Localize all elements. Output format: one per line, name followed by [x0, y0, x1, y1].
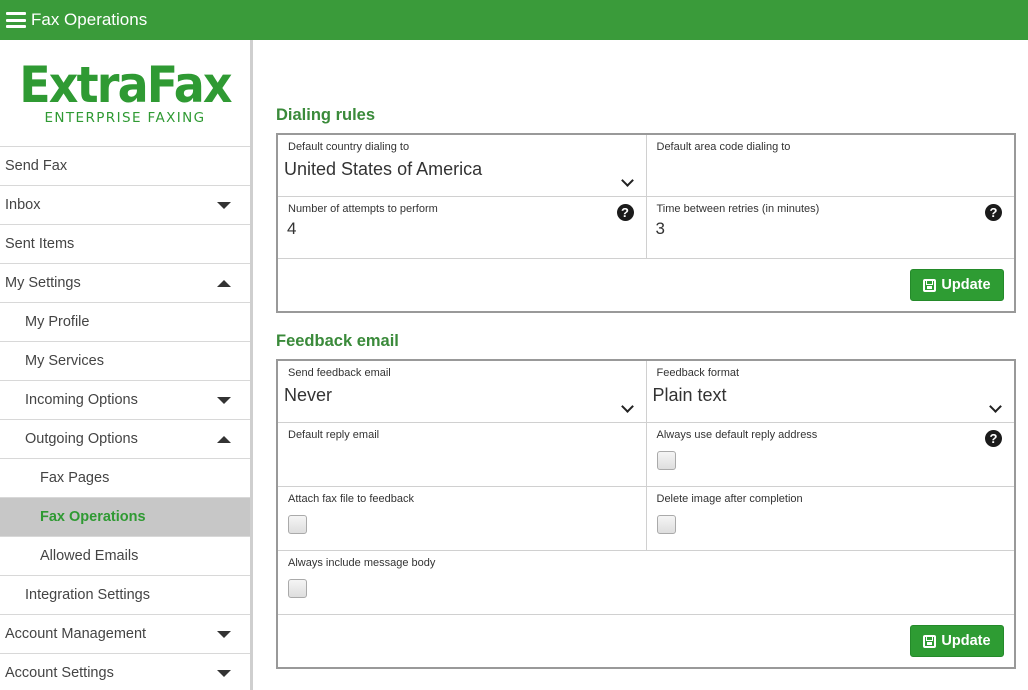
field-label: Time between retries (in minutes)	[656, 203, 820, 215]
attach-fax-cell: Attach fax file to feedback	[278, 487, 646, 550]
feedback-email-panel: Send feedback email Never Feedback forma…	[276, 359, 1016, 669]
feedback-update-button[interactable]: Update	[910, 625, 1004, 657]
sidebar-item-label: My Profile	[25, 314, 90, 330]
always-reply-checkbox[interactable]	[656, 451, 676, 470]
top-bar: Fax Operations	[0, 0, 1028, 40]
feedback-format-value: Plain text	[652, 385, 727, 405]
attach-fax-checkbox[interactable]	[288, 515, 307, 534]
floppy-disk-icon	[923, 634, 937, 648]
sidebar-item-allowed-emails[interactable]: Allowed Emails	[0, 537, 250, 576]
sidebar-item-label: Allowed Emails	[40, 548, 139, 564]
retry-interval-field[interactable]: Time between retries (in minutes) 3 ?	[645, 197, 1015, 258]
sidebar-item-my-profile[interactable]: My Profile	[0, 303, 250, 342]
help-icon[interactable]: ?	[985, 430, 1002, 447]
caret-down-icon	[217, 201, 231, 209]
default-area-code-field[interactable]: Default area code dialing to	[645, 135, 1015, 196]
country-value: United States of America	[284, 159, 483, 179]
sidebar-item-label: Inbox	[5, 197, 41, 213]
dialing-rules-title: Dialing rules	[276, 106, 376, 124]
field-label: Default area code dialing to	[656, 141, 791, 153]
sidebar-item-label: Incoming Options	[25, 392, 138, 408]
send-feedback-select[interactable]: Send feedback email Never	[278, 361, 646, 422]
sidebar-item-label: Account Settings	[5, 665, 114, 681]
sidebar-item-label: Fax Operations	[40, 509, 146, 525]
sidebar-item-integration-settings[interactable]: Integration Settings	[0, 576, 250, 615]
include-body-cell: Always include message body	[278, 551, 1014, 614]
default-country-select[interactable]: Default country dialing to United States…	[278, 135, 646, 196]
field-label: Send feedback email	[288, 367, 391, 379]
caret-down-icon	[217, 669, 231, 677]
sidebar-item-account-settings[interactable]: Account Settings	[0, 654, 250, 690]
help-icon[interactable]: ?	[985, 204, 1002, 221]
sidebar-item-sent-items[interactable]: Sent Items	[0, 225, 250, 264]
floppy-disk-icon	[923, 278, 937, 292]
field-label: Attach fax file to feedback	[288, 493, 414, 505]
default-reply-email-field[interactable]: Default reply email	[278, 423, 646, 486]
field-label: Delete image after completion	[656, 493, 803, 505]
sidebar-item-label: Send Fax	[5, 158, 68, 174]
field-label: Default country dialing to	[288, 141, 410, 153]
hamburger-menu-icon[interactable]	[6, 12, 26, 28]
field-label: Always include message body	[288, 557, 436, 569]
delete-image-cell: Delete image after completion	[645, 487, 1015, 550]
field-label: Number of attempts to perform	[288, 203, 438, 215]
sidebar-item-outgoing-options[interactable]: Outgoing Options	[0, 420, 250, 459]
always-reply-cell: Always use default reply address ?	[645, 423, 1015, 486]
caret-down-icon	[217, 396, 231, 404]
page-title: Fax Operations	[31, 10, 148, 29]
feedback-format-select[interactable]: Feedback format Plain text	[645, 361, 1015, 422]
dialing-rules-panel: Default country dialing to United States…	[276, 133, 1016, 313]
sidebar-item-label: My Settings	[5, 275, 81, 291]
caret-up-icon	[217, 435, 231, 443]
sidebar: ExtraFax ENTERPRISE FAXING Send Fax Inbo…	[0, 40, 253, 690]
sidebar-item-inbox[interactable]: Inbox	[0, 186, 250, 225]
sidebar-item-label: Fax Pages	[40, 470, 110, 486]
include-body-checkbox[interactable]	[288, 579, 307, 598]
sidebar-item-label: Integration Settings	[25, 587, 150, 603]
attempts-field[interactable]: Number of attempts to perform 4 ?	[278, 197, 646, 258]
sidebar-item-fax-pages[interactable]: Fax Pages	[0, 459, 250, 498]
sidebar-item-label: Outgoing Options	[25, 431, 138, 447]
field-label: Feedback format	[656, 367, 740, 379]
feedback-email-title: Feedback email	[276, 332, 399, 350]
caret-down-icon	[217, 630, 231, 638]
sidebar-item-incoming-options[interactable]: Incoming Options	[0, 381, 250, 420]
help-icon[interactable]: ?	[616, 204, 634, 221]
sidebar-item-fax-operations[interactable]: Fax Operations	[0, 498, 250, 537]
field-label: Always use default reply address	[656, 429, 818, 441]
sidebar-item-my-services[interactable]: My Services	[0, 342, 250, 381]
send-feedback-value: Never	[284, 385, 333, 405]
dialing-update-button[interactable]: Update	[910, 269, 1004, 301]
sidebar-item-send-fax[interactable]: Send Fax	[0, 147, 250, 186]
main-content: Dialing rules Default country dialing to…	[276, 40, 1016, 669]
field-label: Default reply email	[288, 429, 380, 441]
update-label: Update	[941, 633, 991, 649]
attempts-value: 4	[287, 219, 297, 238]
retry-value: 3	[655, 219, 665, 238]
sidebar-item-label: Sent Items	[5, 236, 75, 252]
logo-wordmark: ExtraFax	[19, 56, 232, 114]
sidebar-item-label: My Services	[25, 353, 104, 369]
update-label: Update	[941, 277, 991, 293]
sidebar-item-account-management[interactable]: Account Management	[0, 615, 250, 654]
caret-up-icon	[217, 279, 231, 287]
sidebar-item-my-settings[interactable]: My Settings	[0, 264, 250, 303]
sidebar-item-label: Account Management	[5, 626, 147, 642]
delete-image-checkbox[interactable]	[656, 515, 676, 534]
extrafax-logo: ExtraFax ENTERPRISE FAXING	[0, 40, 250, 147]
